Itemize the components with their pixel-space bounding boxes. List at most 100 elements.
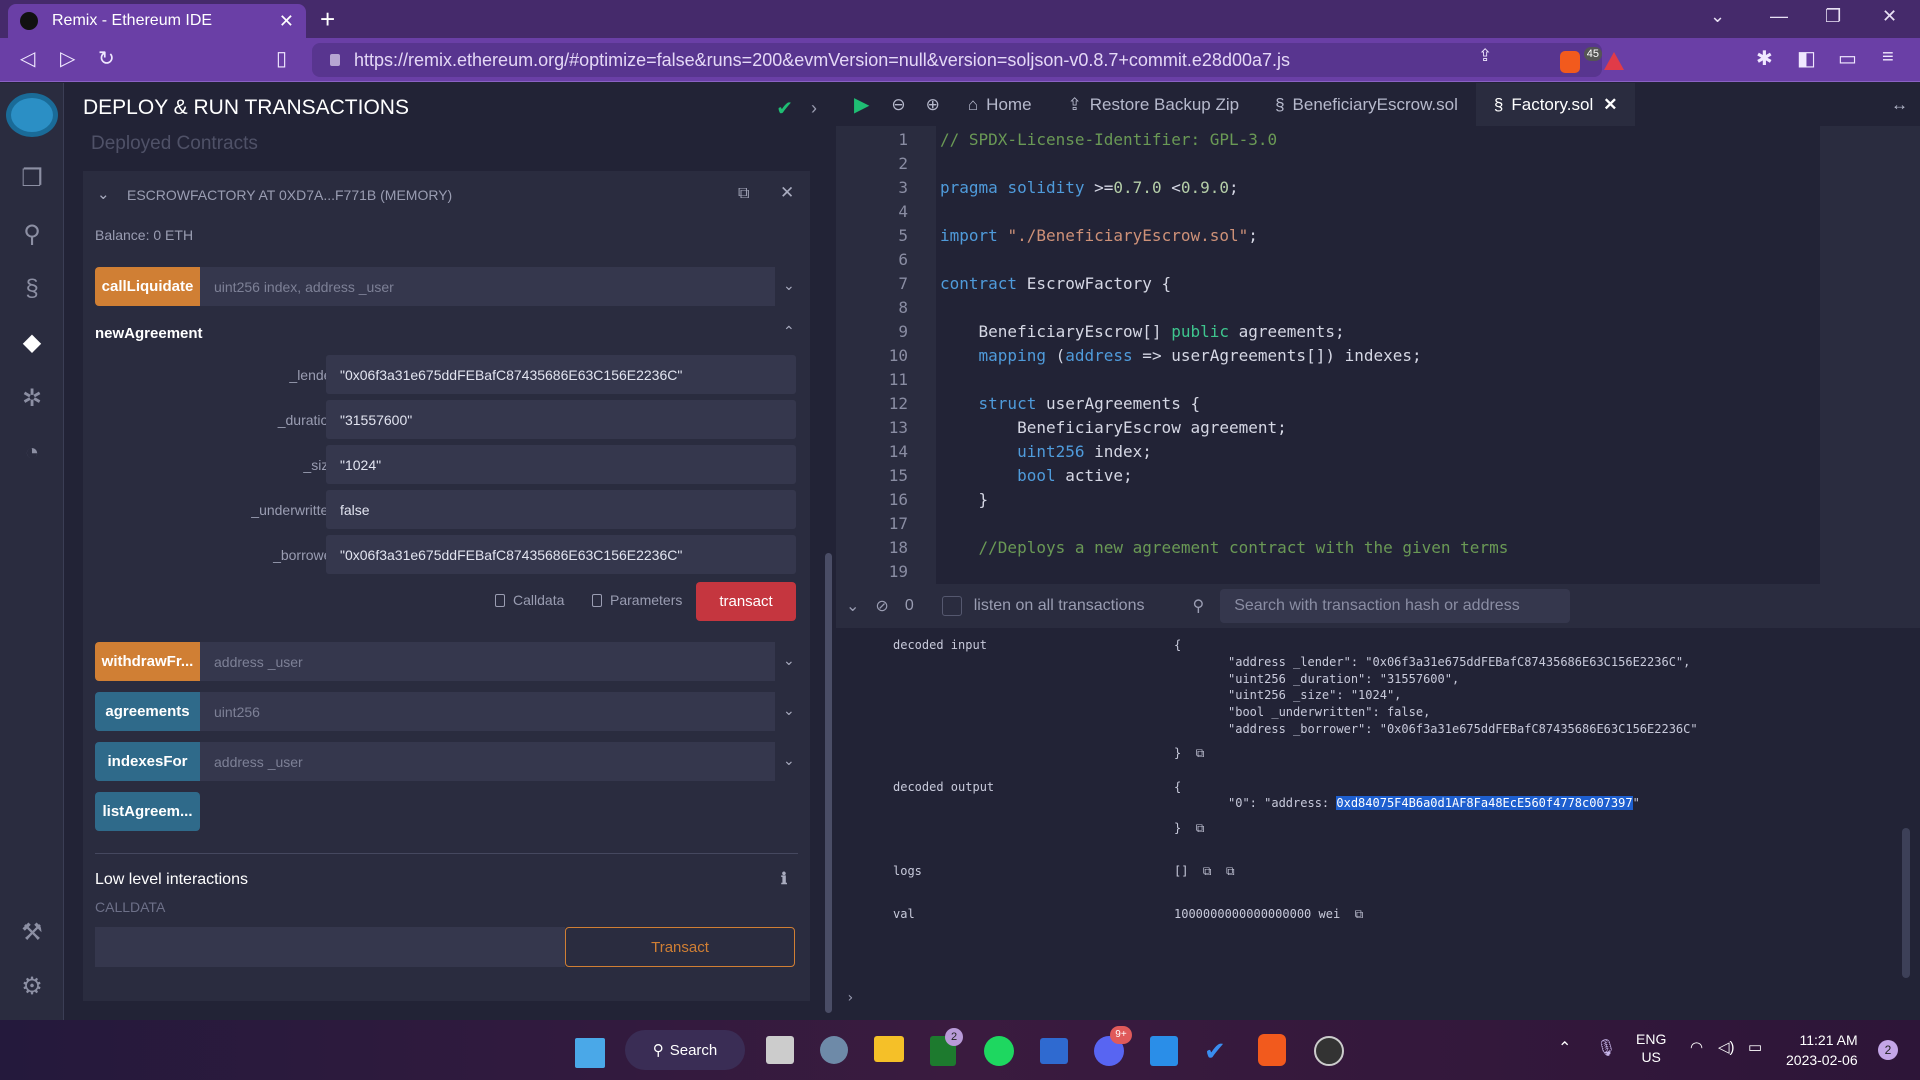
- brave-app-icon[interactable]: [1258, 1034, 1286, 1066]
- tab-search-icon[interactable]: ⌄: [1710, 6, 1725, 27]
- notification-badge[interactable]: 2: [1878, 1040, 1898, 1060]
- vscode-app-icon[interactable]: [1150, 1036, 1178, 1066]
- chevron-down-icon[interactable]: ⌄: [783, 277, 795, 294]
- code-line[interactable]: // SPDX-License-Identifier: GPL-3.0: [940, 130, 1277, 149]
- todo-app-icon[interactable]: ✔: [1204, 1036, 1232, 1066]
- call-liquidate-button[interactable]: callLiquidate: [95, 267, 200, 306]
- task-view-icon[interactable]: [766, 1036, 794, 1064]
- tab-restore-backup[interactable]: ⇪ Restore Backup Zip: [1050, 83, 1258, 126]
- zoom-out-icon[interactable]: ⊖: [891, 95, 905, 115]
- chevron-right-icon[interactable]: ›: [811, 98, 817, 119]
- language-indicator[interactable]: ENG US: [1636, 1030, 1666, 1066]
- code-line[interactable]: BeneficiaryEscrow[] public agreements;: [940, 322, 1345, 341]
- analysis-icon[interactable]: ◔: [18, 439, 46, 467]
- expand-icon[interactable]: ↔: [1891, 95, 1908, 115]
- close-window-button[interactable]: ✕: [1882, 6, 1897, 27]
- copy-parameters-button[interactable]: Parameters: [592, 592, 682, 608]
- copy-icon[interactable]: ⧉: [1196, 821, 1205, 835]
- chevron-down-icon[interactable]: ⌄: [783, 702, 795, 719]
- terminal-search-input[interactable]: Search with transaction hash or address: [1220, 589, 1571, 623]
- debugger-icon[interactable]: ✲: [18, 385, 46, 413]
- copy-address-icon[interactable]: ⧉: [738, 185, 749, 203]
- indexes-for-button[interactable]: indexesFor: [95, 742, 200, 781]
- code-line[interactable]: //Deploys a new agreement contract with …: [940, 538, 1509, 557]
- code-line[interactable]: contract EscrowFactory {: [940, 274, 1171, 293]
- file-explorer-app-icon[interactable]: [874, 1036, 904, 1062]
- param-input-lender[interactable]: "0x06f3a31e675ddFEBafC87435686E63C156E22…: [326, 355, 796, 394]
- terminal-scrollbar[interactable]: [1902, 828, 1910, 978]
- transact-button[interactable]: transact: [696, 582, 796, 621]
- info-icon[interactable]: ℹ: [781, 869, 787, 889]
- code-line[interactable]: uint256 index;: [940, 442, 1152, 461]
- forward-icon[interactable]: ▷: [60, 46, 75, 71]
- code-line[interactable]: import "./BeneficiaryEscrow.sol";: [940, 226, 1258, 245]
- code-line[interactable]: BeneficiaryEscrow agreement;: [940, 418, 1287, 437]
- indexes-for-input[interactable]: address _user: [200, 742, 775, 781]
- side-panel-scrollbar[interactable]: [825, 553, 832, 1013]
- code-line[interactable]: struct userAgreements {: [940, 394, 1201, 413]
- minimize-button[interactable]: —: [1770, 6, 1788, 27]
- selected-address[interactable]: 0xd84075F4B6a0d1AF8Fa48EcE560f4778c00739…: [1336, 796, 1633, 810]
- reload-icon[interactable]: ↻: [98, 46, 115, 71]
- start-icon[interactable]: [575, 1038, 605, 1068]
- param-input-underwritten[interactable]: false: [326, 490, 796, 529]
- browser-tab[interactable]: Remix - Ethereum IDE ✕: [8, 4, 306, 38]
- tab-beneficiary-escrow[interactable]: § BeneficiaryEscrow.sol: [1257, 83, 1476, 126]
- copy-icon[interactable]: ⧉: [1226, 864, 1235, 878]
- code-line[interactable]: pragma solidity >=0.7.0 <0.9.0;: [940, 178, 1239, 197]
- brave-rewards-icon[interactable]: [1604, 52, 1624, 70]
- withdraw-input[interactable]: address _user: [200, 642, 775, 681]
- param-input-duration[interactable]: "31557600": [326, 400, 796, 439]
- code-line[interactable]: bool active;: [940, 466, 1133, 485]
- list-agreements-button[interactable]: listAgreem...: [95, 792, 200, 831]
- address-bar[interactable]: https://remix.ethereum.org/#optimize=fal…: [312, 43, 1602, 77]
- collapse-terminal-icon[interactable]: ⌄: [846, 596, 859, 616]
- share-icon[interactable]: ⇪: [1478, 46, 1492, 66]
- withdraw-button[interactable]: withdrawFr...: [95, 642, 200, 681]
- low-level-transact-button[interactable]: Transact: [565, 927, 795, 967]
- run-script-icon[interactable]: ▶: [854, 92, 869, 117]
- copy-icon[interactable]: ⧉: [1355, 907, 1364, 921]
- sidebar-icon[interactable]: ◧: [1797, 46, 1816, 71]
- back-icon[interactable]: ◁: [20, 46, 35, 71]
- battery-icon[interactable]: ▭: [1748, 1038, 1762, 1056]
- clock[interactable]: 11:21 AM 2023-02-06: [1786, 1030, 1858, 1070]
- param-input-borrower[interactable]: "0x06f3a31e675ddFEBafC87435686E63C156E22…: [326, 535, 796, 574]
- settings-app-icon[interactable]: [820, 1036, 848, 1064]
- restore-button[interactable]: ❐: [1825, 6, 1841, 27]
- terminal-prompt[interactable]: ›: [846, 990, 854, 1006]
- brave-shields-icon[interactable]: [1560, 51, 1580, 73]
- tab-factory[interactable]: § Factory.sol ✕: [1475, 83, 1636, 126]
- extensions-icon[interactable]: ✱: [1756, 46, 1773, 71]
- obs-app-icon[interactable]: [1314, 1036, 1344, 1066]
- taskbar-search-button[interactable]: ⚲ Search: [625, 1030, 745, 1070]
- minimap[interactable]: [1820, 126, 1920, 584]
- file-explorer-icon[interactable]: ❐: [18, 165, 46, 193]
- solidity-compiler-icon[interactable]: §: [18, 275, 46, 303]
- chevron-down-icon[interactable]: ⌄: [783, 652, 795, 669]
- clear-console-icon[interactable]: ⊘: [875, 596, 888, 616]
- collapse-chevron-icon[interactable]: ⌄: [97, 185, 110, 203]
- powershell-app-icon[interactable]: [1040, 1038, 1068, 1064]
- chevron-down-icon[interactable]: ⌄: [783, 752, 795, 769]
- settings-icon[interactable]: ⚙: [18, 973, 46, 1001]
- deploy-run-icon[interactable]: ◆: [18, 329, 46, 357]
- agreements-input[interactable]: uint256: [200, 692, 775, 731]
- wallet-icon[interactable]: ▭: [1838, 46, 1857, 71]
- param-input-size[interactable]: "1024": [326, 445, 796, 484]
- copy-icon[interactable]: ⧉: [1196, 746, 1205, 760]
- plugin-manager-icon[interactable]: ⚒: [18, 919, 46, 947]
- spotify-app-icon[interactable]: [984, 1036, 1014, 1066]
- close-tab-icon[interactable]: ✕: [1603, 95, 1617, 115]
- bookmark-icon[interactable]: ▯: [276, 46, 287, 71]
- volume-icon[interactable]: ◁): [1718, 1038, 1735, 1056]
- copy-icon[interactable]: ⧉: [1203, 864, 1212, 878]
- listen-checkbox[interactable]: [941, 596, 962, 616]
- wifi-icon[interactable]: ◠: [1690, 1038, 1703, 1056]
- remix-logo-icon[interactable]: [6, 93, 58, 137]
- copy-calldata-button[interactable]: Calldata: [495, 592, 564, 608]
- call-liquidate-input[interactable]: uint256 index, address _user: [200, 267, 775, 306]
- code-editor[interactable]: 1 2 3 4 5 6 7 8 9 10 11 12 13 14 15 16 17 18 19 // SPDX-Li…: [836, 126, 1920, 584]
- tray-overflow-icon[interactable]: ⌃: [1558, 1038, 1571, 1058]
- menu-icon[interactable]: ≡: [1882, 46, 1894, 69]
